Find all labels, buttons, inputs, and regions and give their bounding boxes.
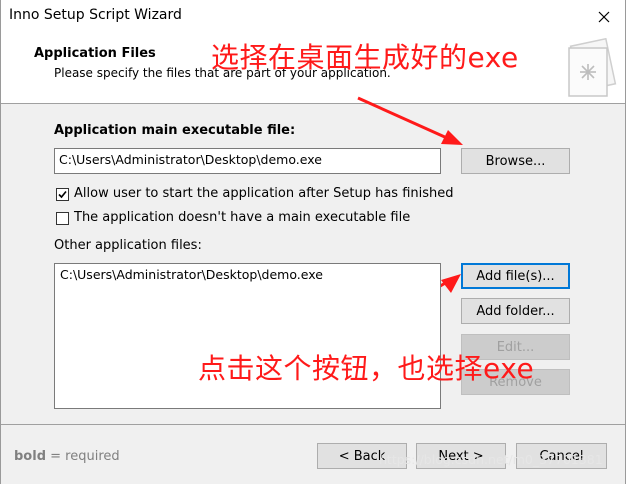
main-exe-field[interactable]: C:\Users\Administrator\Desktop\demo.exe — [54, 148, 441, 174]
add-files-button-label: Add file(s)... — [476, 268, 555, 284]
allow-start-checkbox[interactable] — [56, 188, 69, 201]
add-folder-button[interactable]: Add folder... — [461, 298, 570, 324]
annotation-click-button: 点击这个按钮，也选择exe — [198, 352, 535, 385]
watermark: https://blog.csdn.net/m0_37701381 — [379, 452, 603, 467]
other-files-label: Other application files: — [54, 238, 202, 253]
list-item[interactable]: C:\Users\Administrator\Desktop\demo.exe — [60, 267, 435, 282]
footer-divider — [1, 424, 625, 425]
main-exe-label: Application main executable file: — [54, 123, 296, 138]
allow-start-label: Allow user to start the application afte… — [74, 186, 454, 201]
add-folder-button-label: Add folder... — [476, 303, 555, 319]
wizard-window: Inno Setup Script Wizard Application Fil… — [0, 0, 626, 484]
required-note: bold = required — [14, 449, 120, 464]
checkmark-icon — [58, 190, 67, 199]
other-files-list[interactable]: C:\Users\Administrator\Desktop\demo.exe — [54, 263, 441, 409]
add-files-button[interactable]: Add file(s)... — [461, 263, 570, 289]
no-main-exe-label: The application doesn't have a main exec… — [74, 210, 411, 225]
browse-button[interactable]: Browse... — [461, 148, 570, 174]
main-exe-value: C:\Users\Administrator\Desktop\demo.exe — [59, 152, 322, 167]
browse-button-label: Browse... — [485, 153, 546, 169]
no-main-exe-checkbox[interactable] — [56, 212, 69, 225]
